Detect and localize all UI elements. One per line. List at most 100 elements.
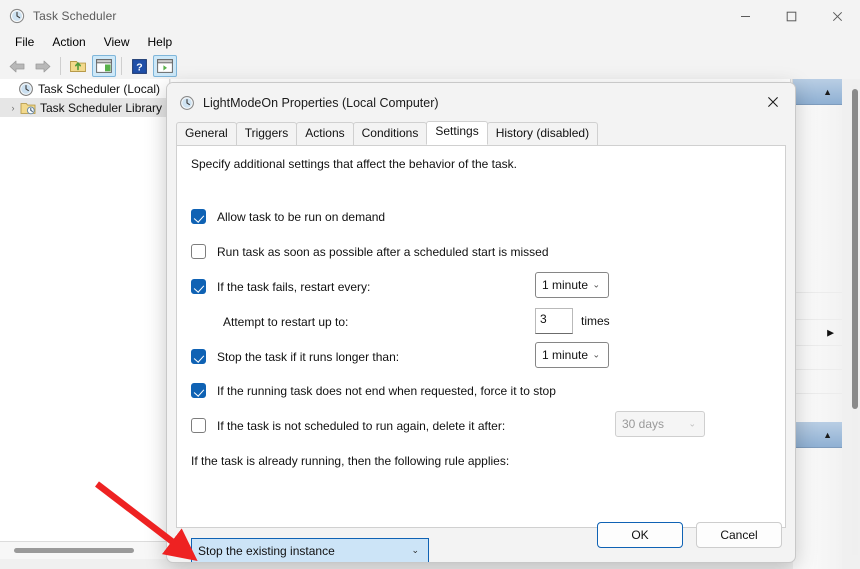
dialog-close-button[interactable] <box>751 83 795 121</box>
restart-attempts-input[interactable]: 3 <box>535 308 573 334</box>
dialog-titlebar: LightModeOn Properties (Local Computer) <box>167 83 795 123</box>
setting-delete-if-not-scheduled[interactable]: If the task is not scheduled to run agai… <box>191 418 505 433</box>
action-item[interactable] <box>793 293 842 320</box>
dialog-title: LightModeOn Properties (Local Computer) <box>203 96 439 110</box>
chevron-down-icon: ⌄ <box>592 279 600 290</box>
show-hide-tree-icon[interactable] <box>92 55 116 77</box>
instance-rule-label-row: If the task is already running, then the… <box>191 454 509 468</box>
maximize-button[interactable] <box>768 0 814 32</box>
menu-file[interactable]: File <box>6 33 43 52</box>
tree-node-task-scheduler-library[interactable]: › Task Scheduler Library <box>0 98 169 117</box>
action-item[interactable] <box>793 205 842 293</box>
restart-interval-combobox[interactable]: 1 minute ⌄ <box>535 272 609 298</box>
checkbox-checked-icon[interactable] <box>191 279 206 294</box>
back-icon[interactable] <box>5 55 29 77</box>
checkbox-checked-icon[interactable] <box>191 383 206 398</box>
menu-bar: File Action View Help <box>0 32 860 53</box>
tab-settings[interactable]: Settings <box>426 121 488 145</box>
restart-interval-value: 1 minute <box>542 278 589 292</box>
tab-general[interactable]: General <box>176 122 237 145</box>
menu-action[interactable]: Action <box>43 33 94 52</box>
tree-node-label: Task Scheduler Library <box>40 100 163 115</box>
chevron-up-icon[interactable]: ▲ <box>823 430 832 440</box>
restart-attempts-unit: times <box>581 314 610 328</box>
tab-triggers[interactable]: Triggers <box>235 122 298 145</box>
tab-history[interactable]: History (disabled) <box>486 122 599 145</box>
setting-restart-on-failure[interactable]: If the task fails, restart every: <box>191 279 370 294</box>
setting-label: If the task fails, restart every: <box>217 279 371 294</box>
task-scheduler-window: Task Scheduler File Action View Help ? T… <box>0 0 860 569</box>
delete-after-combobox: 30 days ⌄ <box>615 411 705 437</box>
action-item[interactable] <box>793 105 842 205</box>
clock-icon <box>179 95 195 111</box>
window-controls <box>722 0 860 32</box>
folder-up-icon[interactable] <box>66 55 90 77</box>
help-icon[interactable]: ? <box>127 55 151 77</box>
setting-label: If the running task does not end when re… <box>217 383 556 398</box>
clock-icon <box>18 81 34 97</box>
actions-section-body-1: ▶ <box>793 105 842 422</box>
chevron-down-icon: ⌄ <box>688 418 696 429</box>
forward-icon[interactable] <box>31 55 55 77</box>
actions-section-header-1[interactable]: ▲ <box>793 79 842 105</box>
action-item[interactable] <box>793 394 842 422</box>
menu-view[interactable]: View <box>95 33 139 52</box>
folder-clock-icon <box>20 100 36 116</box>
actions-pane: ▲ ▶ ▲ <box>792 79 842 569</box>
window-titlebar: Task Scheduler <box>0 0 860 32</box>
separator <box>121 57 122 75</box>
toolbar: ? <box>0 53 860 79</box>
settings-panel: Specify additional settings that affect … <box>176 145 786 562</box>
show-action-pane-icon[interactable] <box>153 55 177 77</box>
window-title: Task Scheduler <box>33 9 117 23</box>
minimize-button[interactable] <box>722 0 768 32</box>
chevron-up-icon[interactable]: ▲ <box>823 87 832 97</box>
checkbox-unchecked-icon[interactable] <box>191 244 206 259</box>
properties-dialog: LightModeOn Properties (Local Computer) … <box>166 82 796 563</box>
setting-run-asap-after-missed[interactable]: Run task as soon as possible after a sch… <box>191 244 549 259</box>
setting-label: Allow task to be run on demand <box>217 209 386 224</box>
tree-node-label: Task Scheduler (Local) <box>38 81 161 96</box>
ok-button[interactable]: OK <box>597 522 683 548</box>
settings-description: Specify additional settings that affect … <box>191 157 517 171</box>
setting-allow-run-on-demand[interactable]: Allow task to be run on demand <box>191 209 385 224</box>
clock-icon <box>9 8 25 24</box>
tree-expander-chevron-icon[interactable]: › <box>6 103 20 113</box>
svg-text:?: ? <box>136 61 142 73</box>
tree-horizontal-scrollbar[interactable] <box>0 542 170 559</box>
action-item[interactable] <box>793 370 842 394</box>
cancel-button[interactable]: Cancel <box>696 522 782 548</box>
close-button[interactable] <box>814 0 860 32</box>
delete-after-value: 30 days <box>622 417 665 431</box>
dialog-tabs: General Triggers Actions Conditions Sett… <box>167 121 795 145</box>
actions-section-header-2[interactable]: ▲ <box>793 422 842 448</box>
action-item[interactable] <box>793 346 842 370</box>
instance-rule-label: If the task is already running, then the… <box>191 454 510 468</box>
tab-conditions[interactable]: Conditions <box>352 122 428 145</box>
dialog-footer: OK Cancel <box>167 508 795 562</box>
tab-actions[interactable]: Actions <box>296 122 354 145</box>
scrollbar-thumb[interactable] <box>14 548 134 553</box>
action-item-with-submenu[interactable]: ▶ <box>793 320 842 346</box>
menu-help[interactable]: Help <box>139 33 182 52</box>
setting-label: If the task is not scheduled to run agai… <box>217 418 506 433</box>
checkbox-checked-icon[interactable] <box>191 209 206 224</box>
checkbox-checked-icon[interactable] <box>191 349 206 364</box>
scrollbar-thumb[interactable] <box>852 89 858 409</box>
stop-after-combobox[interactable]: 1 minute ⌄ <box>535 342 609 368</box>
setting-force-stop[interactable]: If the running task does not end when re… <box>191 383 556 398</box>
chevron-right-icon: ▶ <box>827 327 834 337</box>
chevron-down-icon: ⌄ <box>592 349 600 360</box>
console-tree-pane: Task Scheduler (Local) › Task Scheduler … <box>0 79 170 542</box>
setting-attempt-restart-count: Attempt to restart up to: <box>223 315 348 329</box>
separator <box>60 57 61 75</box>
tree-node-task-scheduler-local[interactable]: Task Scheduler (Local) <box>0 79 169 98</box>
setting-label: Stop the task if it runs longer than: <box>217 349 400 364</box>
stop-after-value: 1 minute <box>542 348 589 362</box>
setting-label: Run task as soon as possible after a sch… <box>217 244 549 259</box>
setting-stop-if-runs-longer[interactable]: Stop the task if it runs longer than: <box>191 349 399 364</box>
setting-label: Attempt to restart up to: <box>223 315 349 329</box>
checkbox-unchecked-icon[interactable] <box>191 418 206 433</box>
actions-pane-scrollbar[interactable] <box>852 85 858 555</box>
actions-section-body-2 <box>793 448 842 569</box>
